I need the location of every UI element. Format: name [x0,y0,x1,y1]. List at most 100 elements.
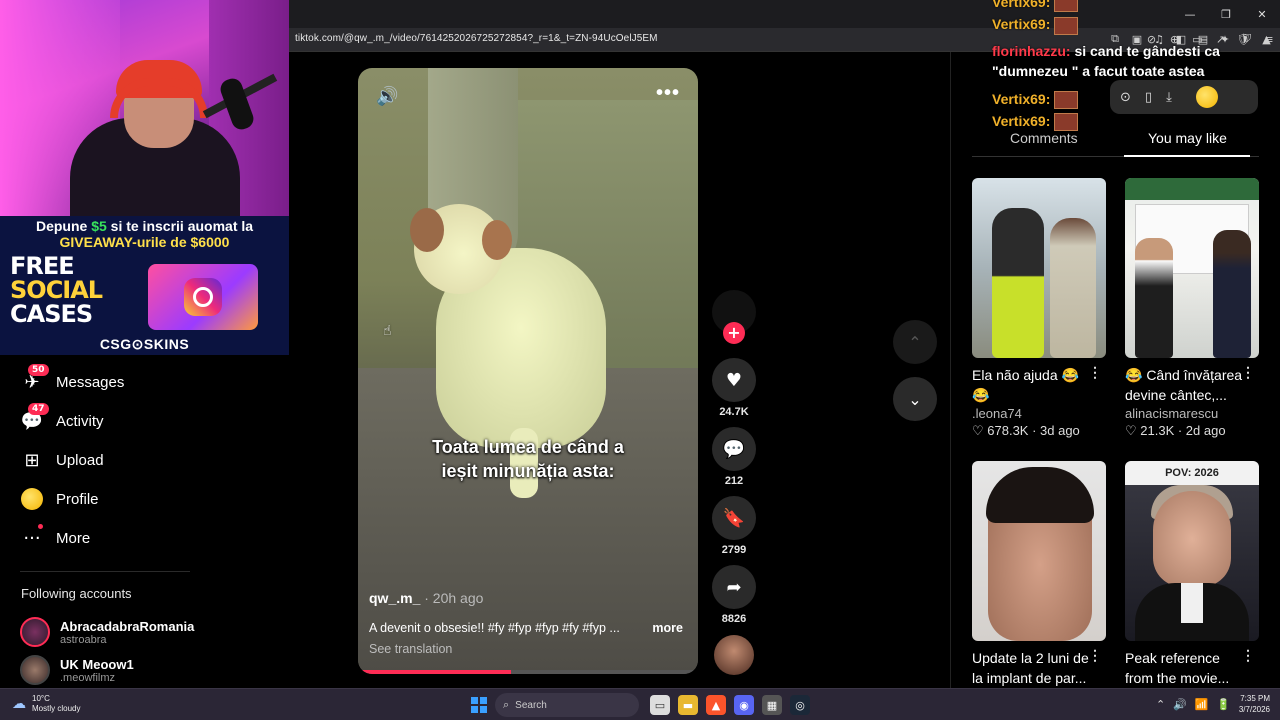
like-button[interactable]: ♥ [712,358,756,402]
video-username[interactable]: qw_.m_ [369,590,420,606]
creator-avatar-button[interactable]: + [712,290,756,344]
video-thumbnail[interactable] [972,461,1106,641]
comment-button[interactable]: 💬 [712,427,756,471]
taskbar-search[interactable]: ⌕ Search [495,693,639,717]
save-button[interactable]: 🔖 [712,496,756,540]
battery-icon[interactable]: 🔋 [1217,698,1231,711]
card-title[interactable]: Update la 2 luni de la implant de par... [972,648,1092,688]
weather-widget[interactable]: ☁ 10°C Mostly cloudy [12,694,80,714]
card-title[interactable]: 😂 Când învățarea devine cântec,... [1125,365,1245,405]
card-menu-icon[interactable]: ⋮ [1088,364,1102,381]
recommendation-card[interactable]: Ela não ajuda 😂😂 ⋮ .leona74 ♡ 678.3K · 3… [972,178,1106,439]
search-placeholder: Search [515,699,547,711]
comment-count: 212 [724,475,744,487]
video-thumbnail[interactable] [972,178,1106,358]
music-disc-avatar[interactable] [714,635,754,675]
network-icon[interactable]: 📶 [1195,698,1209,711]
card-author[interactable]: .leona74 [972,406,1106,421]
avatar [20,617,50,647]
bookmark-icon: 🔖 [722,507,746,529]
like-count: 24.7K [719,406,749,418]
thumbnail-banner: POV: 2026 [1125,461,1259,485]
sidebar-item-messages[interactable]: ✈ 50 Messages [20,364,125,395]
previous-video-button[interactable]: ⌃ [893,320,937,364]
profile-avatar-icon [20,487,44,511]
tab-you-may-like[interactable]: You may like [1148,130,1227,146]
volume-icon[interactable]: 🔊 [1173,698,1187,711]
profile-emoji-icon[interactable] [1195,86,1218,108]
see-translation-button[interactable]: See translation [369,642,452,656]
card-menu-icon[interactable]: ⋮ [1241,364,1255,381]
search-icon: ⌕ [503,698,510,711]
promo-line-2: GIVEAWAY-urile de $6000 [59,234,230,250]
extension-popup: ⊙ ▯ ⤓ [1110,80,1258,114]
system-clock[interactable]: 7:35 PM 3/7/2026 [1230,693,1270,715]
promo-brand: CSG⊙SKINS [99,336,190,352]
sidebar-item-activity[interactable]: 💬 47 Activity [20,403,104,434]
account-handle: .meowfilmz [60,671,116,684]
progress-fill [358,670,511,674]
temperature: 10°C [32,694,50,703]
more-icon: ··· [20,524,44,550]
sidebar-item-label: Messages [56,373,125,391]
task-view-icon[interactable]: ▭ [650,695,670,715]
card-menu-icon[interactable]: ⋮ [1241,647,1255,664]
card-title[interactable]: Ela não ajuda 😂😂 [972,365,1092,405]
video-time: · 20h ago [420,590,484,606]
video-meta: qw_.m_ · 20h ago [369,590,483,606]
file-explorer-icon[interactable]: ▬ [678,695,698,715]
save-count: 2799 [721,544,747,556]
chevron-down-icon: ⌄ [908,389,922,409]
system-tray: ⌃ 🔊 📶 🔋 [1156,698,1230,711]
recommendation-card[interactable]: Update la 2 luni de la implant de par...… [972,461,1106,688]
card-menu-icon[interactable]: ⋮ [1088,647,1102,664]
tab-comments[interactable]: Comments [1010,130,1078,146]
share-arrow-icon: ➦ [726,576,742,598]
card-title[interactable]: Peak reference from the movie... [1125,648,1245,688]
follow-plus-icon[interactable]: + [723,322,745,344]
download-icon[interactable]: ⤓ [1166,90,1172,105]
sponsor-banner: Depune $5 si te inscrii auomat la GIVEAW… [0,216,289,355]
next-video-button[interactable]: ⌄ [893,377,937,421]
chat-message: Vertix69: [992,0,1280,13]
steam-icon[interactable]: ◎ [790,695,810,715]
chat-message: florinhazzu: si cand te gândesti ca "dum… [992,42,1220,79]
url-text[interactable]: tiktok.com/@qw_.m_/video/761425202672527… [295,33,658,44]
phone-icon[interactable]: ▯ [1145,90,1152,105]
video-player[interactable]: 🔊 ••• Toata lumea de când a ieșit minună… [358,68,698,674]
video-thumbnail[interactable]: POV: 2026 [1125,461,1259,641]
share-button[interactable]: ➦ [712,565,756,609]
recommendation-card[interactable]: POV: 2026 Peak reference from the movie.… [1125,461,1259,688]
account-name: AbracadabraRomania [60,618,195,634]
sidebar-item-more[interactable]: ··· More [20,524,90,551]
messages-icon: ✈ 50 [20,364,49,394]
start-button[interactable] [471,697,487,713]
video-more-icon[interactable]: ••• [656,82,680,105]
compass-icon[interactable]: ⊙ [1120,90,1131,105]
card-author[interactable]: alinacismarescu [1125,406,1259,421]
activity-icon: 💬 47 [20,403,49,433]
following-account[interactable]: AbracadabraRomania astroabra [20,616,194,648]
brave-browser-icon[interactable]: ▲ [706,695,726,715]
discord-icon[interactable]: ◉ [734,695,754,715]
recommendation-card[interactable]: 😂 Când învățarea devine cântec,... ⋮ ali… [1125,178,1259,439]
sidebar-item-upload[interactable]: ⊞ Upload [20,447,103,473]
following-account[interactable]: UK Meoow1 .meowfilmz [20,654,134,686]
sidebar-item-profile[interactable]: Profile [20,486,99,512]
mouse-cursor-icon: ☝ [383,323,392,339]
video-progress-bar[interactable] [358,670,698,674]
avatar [20,655,50,685]
tray-overflow-icon[interactable]: ⌃ [1156,698,1165,711]
account-name: UK Meoow1 [60,656,134,672]
video-thumbnail[interactable] [1125,178,1259,358]
instagram-icon [184,278,222,316]
cloud-icon: ☁ [12,696,26,712]
emote-icon [1054,0,1079,13]
more-button[interactable]: more [652,621,683,635]
emote-icon [1054,16,1079,35]
sound-icon[interactable]: 🔊 [376,86,398,107]
share-count: 8826 [721,613,747,625]
sidebar-item-label: Profile [56,490,99,508]
calculator-icon[interactable]: ▦ [762,695,782,715]
windows-taskbar: ☁ 10°C Mostly cloudy ⌕ Search ▭ ▬ ▲ ◉ ▦ ◎… [0,688,1280,720]
